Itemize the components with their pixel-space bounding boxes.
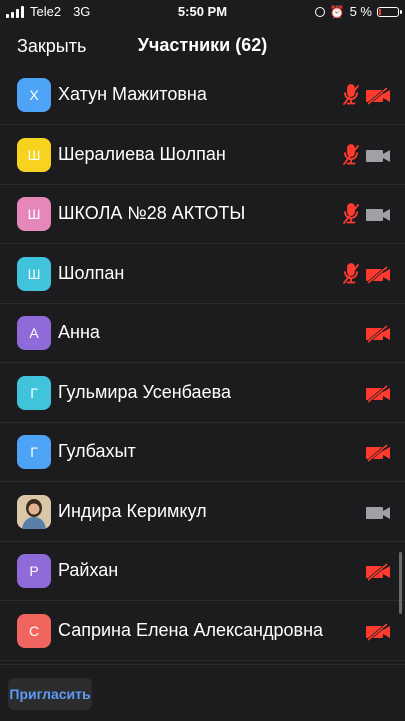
participant-name: Шералиева Шолпан [58,143,226,164]
avatar: Ш [17,137,51,172]
orientation-lock-icon [314,6,325,17]
participant-row[interactable]: Х Хатун Мажитовна [0,66,405,125]
mic-muted-icon [341,202,361,226]
video-off-icon [365,265,391,284]
participant-list[interactable]: Х Хатун Мажитовна Ш Шералиева Шолпан Ш ШКОЛА … [0,66,405,664]
bottom-bar: Пригласить [0,664,405,721]
video-off-icon [365,384,391,403]
video-on-icon [365,147,391,165]
avatar [17,494,51,529]
mic-muted-icon [341,262,361,286]
participant-row[interactable]: Ш Шолпан [0,245,405,304]
participant-name: Индира Керимкул [58,500,207,521]
avatar: Р [17,554,51,588]
participant-name: Хатун Мажитовна [58,84,207,104]
nav-bar: Закрыть Участники (62) [0,26,405,66]
participant-row[interactable]: Р Райхан [0,542,405,601]
participant-row[interactable]: Ш ШКОЛА №28 АКТОТЫ [0,185,405,244]
status-bar: Tele2 3G 5:50 PM ⏰ 5 % [0,0,405,24]
alarm-icon: ⏰ [329,4,345,19]
video-off-icon [365,86,391,106]
participant-name: Гульмира Усенбаева [58,381,231,402]
participant-row[interactable]: А Анна [0,304,405,363]
participant-name: Гулбахыт [58,441,136,461]
avatar: Х [17,78,51,112]
participant-name: Анна [58,322,100,342]
video-off-icon [365,622,391,641]
avatar: Г [17,375,51,410]
battery-icon [377,6,402,17]
video-off-icon [365,562,391,582]
participant-row[interactable]: Г Гульмира Усенбаева [0,364,405,423]
video-off-icon [365,324,391,344]
participant-name: ШКОЛА №28 АКТОТЫ [58,203,246,223]
avatar: Ш [17,256,51,291]
avatar: Ш [17,197,51,231]
scrollbar[interactable] [399,552,402,614]
page-title: Участники (62) [137,35,268,55]
video-on-icon [365,504,391,522]
battery-percent: 5 % [349,4,372,19]
participant-row[interactable]: Г Гулбахыт [0,423,405,482]
participant-name: Райхан [58,560,119,580]
participant-name: Саприна Елена Александровна [58,619,324,640]
invite-button[interactable]: Пригласить [8,678,92,710]
video-off-icon [365,443,391,463]
video-on-icon [365,206,391,224]
avatar: Г [17,435,51,469]
avatar: А [17,316,51,350]
participant-row[interactable]: Ш Шералиева Шолпан [0,126,405,185]
participant-row[interactable]: Индира Керимкул [0,483,405,542]
mic-muted-icon [341,83,361,107]
mic-muted-icon [341,143,361,167]
participant-row[interactable]: С Саприна Елена Александровна [0,602,405,661]
avatar: С [17,613,51,648]
status-right: ⏰ 5 % [314,4,402,19]
participant-name: Шолпан [58,262,125,283]
